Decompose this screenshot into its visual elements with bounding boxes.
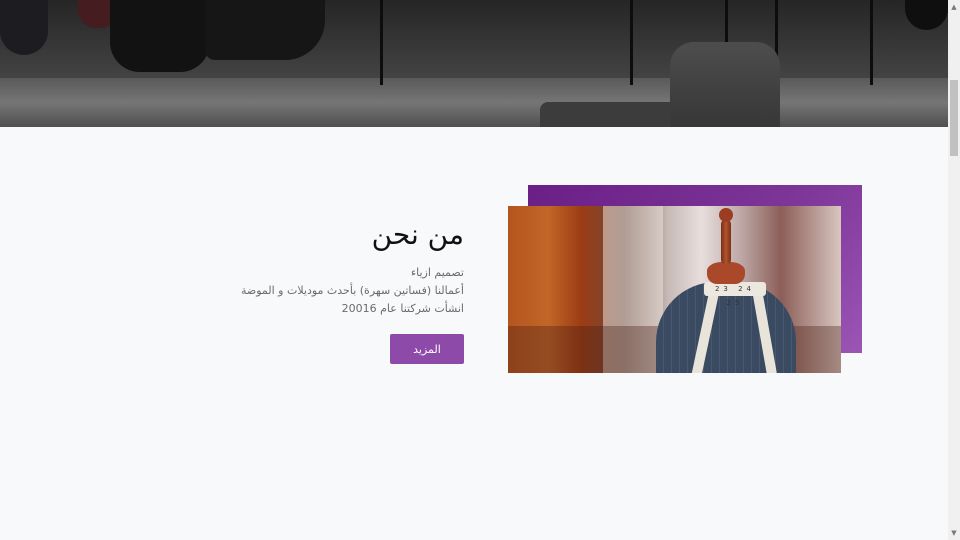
scroll-up-icon[interactable]: ▲: [948, 0, 960, 14]
about-line: انشأت شركتنا عام 20016: [341, 302, 464, 315]
mannequin-photo: 23 24 25: [508, 206, 841, 373]
measuring-tape-label: 23 24 25: [704, 282, 766, 307]
mannequin-knob: [719, 208, 733, 222]
about-line: أعمالنا (فساتين سهرة) بأحدث موديلات و ال…: [240, 284, 464, 297]
about-line: تصميم ازياء: [410, 266, 464, 279]
hero-image: [0, 0, 948, 127]
more-button[interactable]: المزيد: [390, 334, 464, 364]
about-title: من نحن: [371, 218, 464, 251]
mannequin-neck: [721, 220, 731, 264]
about-description: تصميم ازياء أعمالنا (فساتين سهرة) بأحدث …: [204, 264, 464, 318]
scrollbar-thumb[interactable]: [950, 80, 958, 156]
scroll-down-icon[interactable]: ▼: [948, 526, 960, 540]
hero-overlay: [0, 0, 948, 127]
scrollbar[interactable]: ▲ ▼: [948, 0, 960, 540]
mannequin-collar: [707, 262, 745, 284]
